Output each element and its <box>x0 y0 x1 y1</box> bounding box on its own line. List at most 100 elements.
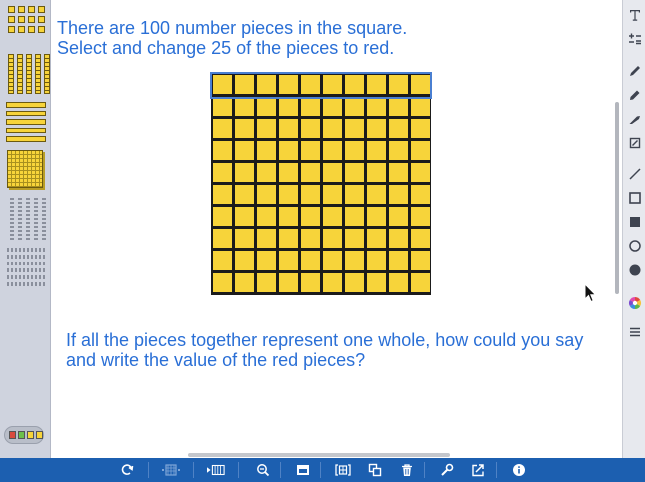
number-piece[interactable] <box>389 229 408 248</box>
number-piece[interactable] <box>411 141 430 160</box>
number-piece[interactable] <box>411 207 430 226</box>
number-piece[interactable] <box>345 273 364 292</box>
number-piece[interactable] <box>279 75 298 94</box>
number-piece[interactable] <box>235 273 254 292</box>
number-piece[interactable] <box>345 251 364 270</box>
number-piece[interactable] <box>345 163 364 182</box>
number-piece[interactable] <box>213 185 232 204</box>
outline-flats-tool[interactable] <box>4 248 49 286</box>
number-piece[interactable] <box>367 229 386 248</box>
number-piece[interactable] <box>257 185 276 204</box>
number-piece[interactable] <box>279 163 298 182</box>
number-piece[interactable] <box>213 163 232 182</box>
number-piece[interactable] <box>345 229 364 248</box>
number-piece[interactable] <box>279 185 298 204</box>
grid-icon[interactable] <box>162 462 180 478</box>
number-piece[interactable] <box>389 119 408 138</box>
number-piece[interactable] <box>257 273 276 292</box>
number-piece[interactable] <box>411 251 430 270</box>
number-piece[interactable] <box>323 229 342 248</box>
number-piece[interactable] <box>367 251 386 270</box>
number-piece[interactable] <box>301 163 320 182</box>
ten-rods-vertical-tool[interactable] <box>4 54 50 94</box>
pencil-icon[interactable] <box>627 63 643 79</box>
number-piece[interactable] <box>257 251 276 270</box>
number-piece[interactable] <box>367 163 386 182</box>
eraser-icon[interactable] <box>627 135 643 151</box>
number-piece[interactable] <box>235 207 254 226</box>
number-piece[interactable] <box>367 75 386 94</box>
rectangle-outline-icon[interactable] <box>627 190 643 206</box>
number-piece[interactable] <box>213 141 232 160</box>
number-piece[interactable] <box>367 97 386 116</box>
number-piece[interactable] <box>279 207 298 226</box>
number-piece[interactable] <box>279 141 298 160</box>
number-piece[interactable] <box>411 273 430 292</box>
number-piece[interactable] <box>367 141 386 160</box>
number-piece[interactable] <box>345 141 364 160</box>
highlighter-icon[interactable] <box>627 111 643 127</box>
number-piece[interactable] <box>389 251 408 270</box>
number-piece[interactable] <box>301 207 320 226</box>
number-piece[interactable] <box>345 119 364 138</box>
menu-icon[interactable] <box>627 324 643 340</box>
number-piece[interactable] <box>411 163 430 182</box>
number-piece[interactable] <box>301 141 320 160</box>
hundred-square[interactable] <box>211 73 431 295</box>
number-piece[interactable] <box>345 185 364 204</box>
video-icon[interactable] <box>207 462 225 478</box>
number-piece[interactable] <box>301 75 320 94</box>
number-piece[interactable] <box>301 251 320 270</box>
color-wheel-icon[interactable] <box>627 295 643 311</box>
number-piece[interactable] <box>301 97 320 116</box>
number-piece[interactable] <box>323 141 342 160</box>
trash-icon[interactable] <box>398 462 416 478</box>
rotate-icon[interactable] <box>118 462 136 478</box>
number-piece[interactable] <box>323 273 342 292</box>
wrench-icon[interactable] <box>438 462 456 478</box>
number-piece[interactable] <box>389 163 408 182</box>
number-piece[interactable] <box>389 185 408 204</box>
number-piece[interactable] <box>301 119 320 138</box>
number-piece[interactable] <box>235 185 254 204</box>
screen-icon[interactable] <box>294 462 312 478</box>
line-icon[interactable] <box>627 166 643 182</box>
vertical-scrollbar[interactable] <box>613 0 621 452</box>
number-piece[interactable] <box>367 119 386 138</box>
number-piece[interactable] <box>389 207 408 226</box>
number-piece[interactable] <box>411 229 430 248</box>
number-piece[interactable] <box>257 229 276 248</box>
number-piece[interactable] <box>323 163 342 182</box>
number-piece[interactable] <box>345 97 364 116</box>
number-piece[interactable] <box>279 97 298 116</box>
number-piece[interactable] <box>235 251 254 270</box>
number-piece[interactable] <box>213 207 232 226</box>
number-piece[interactable] <box>345 207 364 226</box>
number-piece[interactable] <box>235 119 254 138</box>
share-icon[interactable] <box>469 462 487 478</box>
circle-filled-icon[interactable] <box>627 262 643 278</box>
number-piece[interactable] <box>235 75 254 94</box>
number-piece[interactable] <box>411 97 430 116</box>
number-piece[interactable] <box>279 119 298 138</box>
number-piece[interactable] <box>411 119 430 138</box>
number-piece[interactable] <box>411 75 430 94</box>
number-piece[interactable] <box>257 119 276 138</box>
number-piece[interactable] <box>411 185 430 204</box>
info-icon[interactable] <box>510 462 528 478</box>
rectangle-filled-icon[interactable] <box>627 214 643 230</box>
number-piece[interactable] <box>235 229 254 248</box>
number-piece[interactable] <box>257 141 276 160</box>
number-piece[interactable] <box>367 273 386 292</box>
duplicate-icon[interactable] <box>366 462 384 478</box>
number-piece[interactable] <box>301 273 320 292</box>
circle-outline-icon[interactable] <box>627 238 643 254</box>
number-piece[interactable] <box>257 75 276 94</box>
number-piece[interactable] <box>323 97 342 116</box>
number-piece[interactable] <box>323 207 342 226</box>
text-icon[interactable] <box>627 7 643 23</box>
equation-icon[interactable] <box>627 31 643 47</box>
number-piece[interactable] <box>345 75 364 94</box>
number-piece[interactable] <box>301 185 320 204</box>
number-piece[interactable] <box>367 207 386 226</box>
